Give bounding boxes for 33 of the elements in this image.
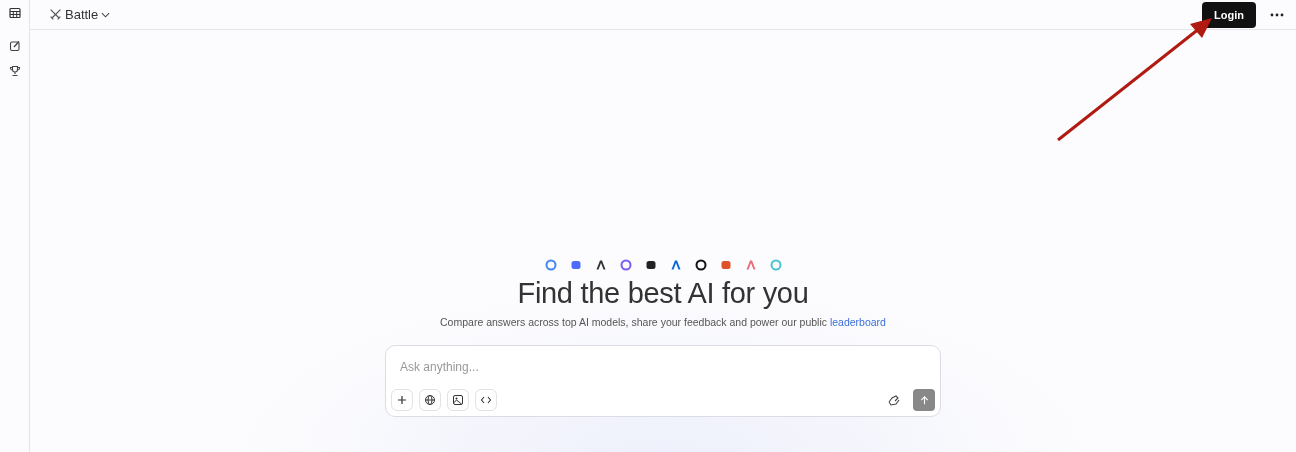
model-logo-icon (744, 259, 757, 271)
prompt-box[interactable]: Ask anything... (385, 345, 941, 417)
table-icon[interactable] (8, 7, 21, 19)
globe-button[interactable] (419, 389, 441, 411)
prompt-input[interactable]: Ask anything... (391, 352, 935, 382)
arrow-up-icon (918, 394, 930, 406)
globe-icon (424, 394, 436, 406)
chevron-down-icon (101, 11, 111, 18)
code-button[interactable] (475, 389, 497, 411)
code-icon (480, 394, 492, 406)
leaderboard-link[interactable]: leaderboard (829, 316, 886, 328)
model-logo-icon (719, 259, 732, 271)
more-icon[interactable] (1270, 12, 1284, 17)
image-icon (452, 394, 464, 406)
model-logo-icon (619, 259, 632, 271)
model-logo-icon (694, 259, 707, 271)
hero-title: Find the best AI for you (517, 277, 809, 310)
plus-icon (396, 394, 408, 406)
hero-subtitle: Compare answers across top AI models, share your feedback and power our public (440, 316, 827, 328)
login-button[interactable]: Login (1202, 1, 1256, 28)
trophy-icon[interactable] (8, 65, 21, 77)
model-logo-icon (644, 259, 657, 271)
model-logo-icon (544, 259, 557, 271)
model-logo-icon (669, 259, 682, 271)
add-button[interactable] (391, 389, 413, 411)
model-logo-icon (769, 259, 782, 271)
model-logo-icon (569, 259, 582, 271)
swords-icon (49, 8, 62, 21)
image-button[interactable] (447, 389, 469, 411)
edit-icon[interactable] (8, 40, 21, 52)
mode-dropdown[interactable]: Battle (49, 7, 111, 22)
model-logo-icon (594, 259, 607, 271)
send-button[interactable] (913, 389, 935, 411)
